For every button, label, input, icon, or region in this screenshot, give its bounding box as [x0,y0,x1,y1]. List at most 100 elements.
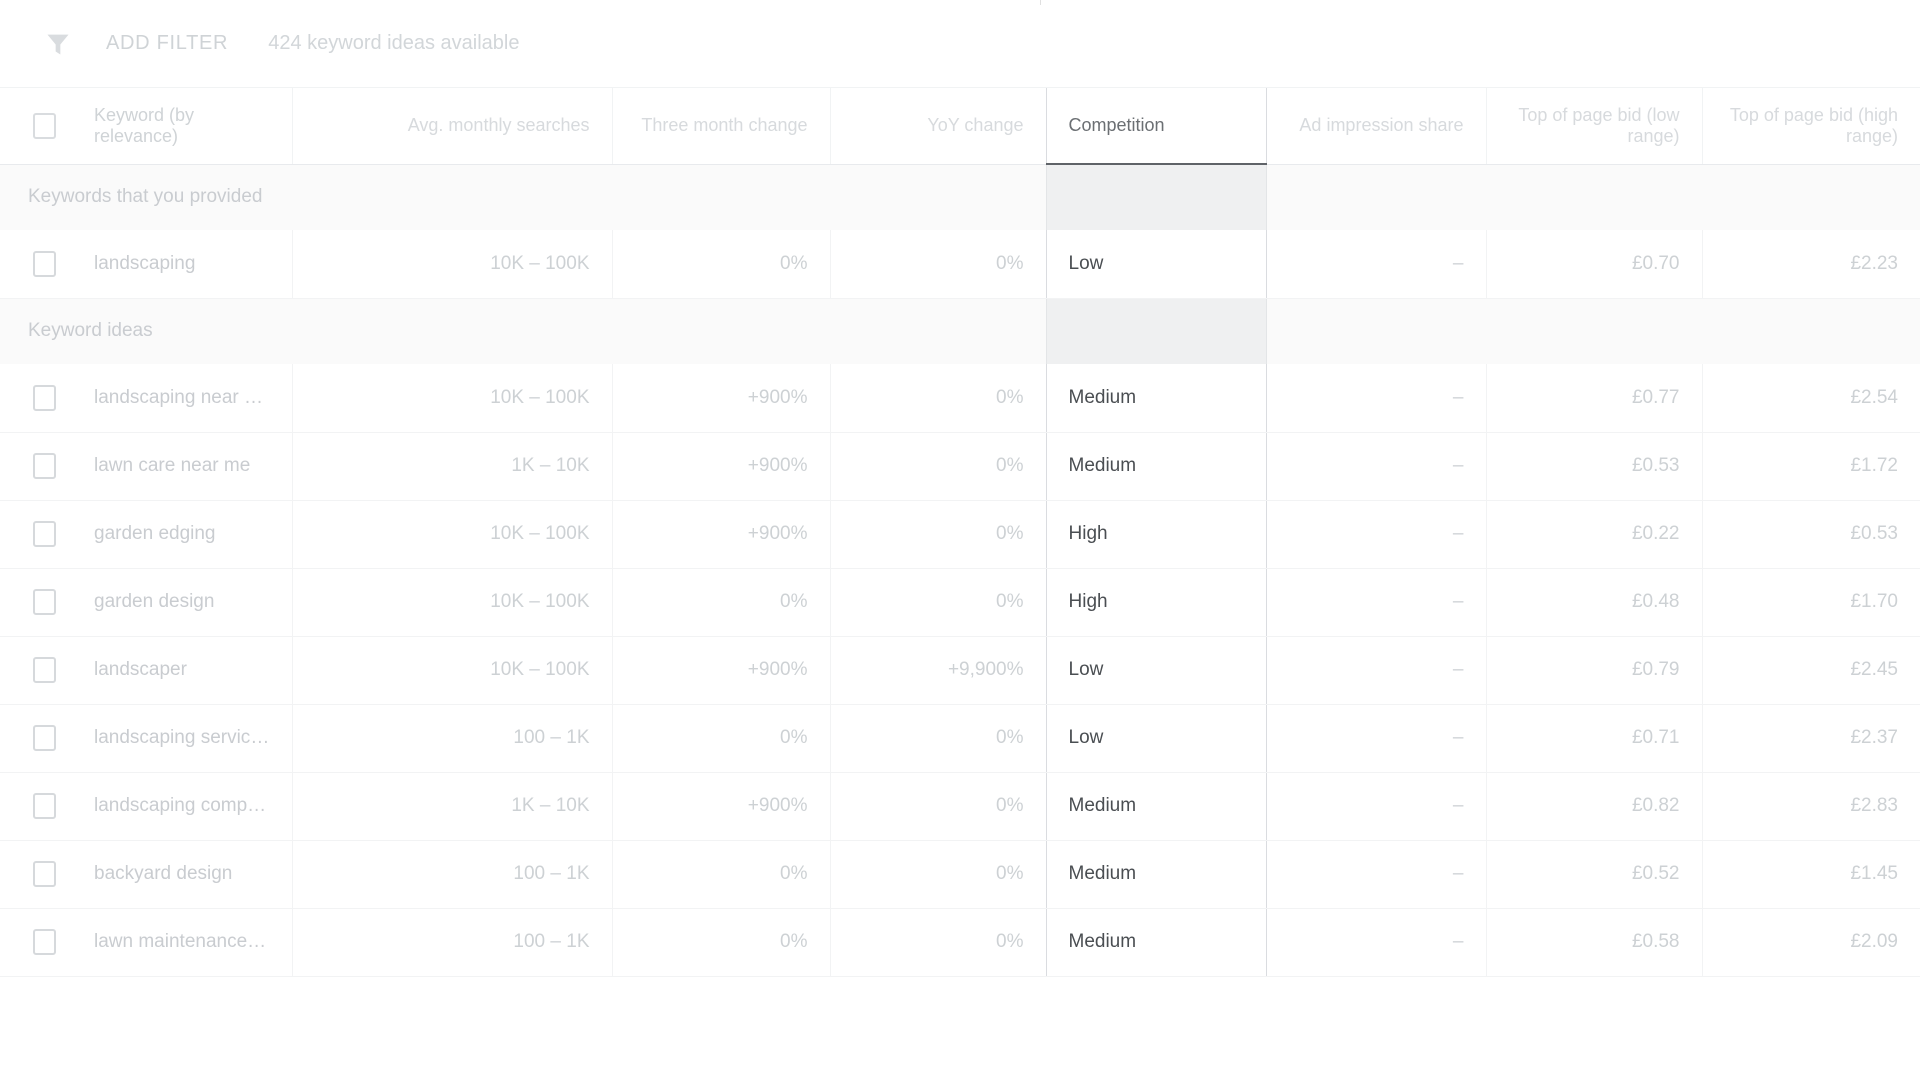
yoy-change-cell: +9,900% [829,636,1046,705]
avg-monthly-searches-cell: 10K – 100K [291,364,612,433]
table-row[interactable]: landscaper 10K – 100K +900% +9,900% Low – £0.7… [0,636,1920,705]
bid-low-cell: £0.58 [1485,908,1702,977]
table-row[interactable]: landscaping 10K – 100K 0% 0% Low – £0.70 £2.23 [0,230,1920,299]
row-checkbox[interactable] [32,861,56,887]
competition-cell: Low [1045,704,1267,773]
column-header-competition[interactable]: Competition [1045,88,1267,165]
column-header-avg-monthly-searches[interactable]: Avg. monthly searches [291,88,612,165]
three-month-change-cell: +900% [611,432,830,501]
three-month-change-cell: 0% [611,840,830,909]
filter-icon[interactable] [36,22,80,66]
group-header-row: Keyword ideas [0,298,1920,364]
row-select-cell [0,772,88,841]
table-row[interactable]: lawn maintenance … 100 – 1K 0% 0% Medium – £0.… [0,908,1920,977]
select-all-checkbox[interactable] [32,112,56,139]
yoy-change-cell: 0% [829,772,1046,841]
avg-monthly-searches-cell: 10K – 100K [291,500,612,569]
keyword-cell[interactable]: landscaping [88,230,292,299]
row-checkbox[interactable] [32,384,56,411]
group-header-row: Keywords that you provided [0,164,1920,230]
row-checkbox[interactable] [32,589,56,615]
row-select-cell [0,364,88,433]
yoy-change-cell: 0% [829,500,1046,569]
bid-low-cell: £0.82 [1485,772,1702,841]
column-header-three-month-change[interactable]: Three month change [611,88,830,165]
header-row: Keyword (by relevance) Avg. monthly sear… [0,88,1920,165]
ad-impression-share-cell: – [1265,230,1486,299]
bid-low-cell: £0.52 [1485,840,1702,909]
bid-high-cell: £0.53 [1701,500,1920,569]
table-row[interactable]: landscaping service… 100 – 1K 0% 0% Low – £0.7… [0,704,1920,773]
add-filter-button[interactable]: ADD FILTER [102,26,232,61]
keyword-cell[interactable]: lawn maintenance … [88,908,292,977]
three-month-change-cell: +900% [611,772,830,841]
three-month-change-cell: +900% [611,500,830,569]
bid-high-cell: £2.83 [1701,772,1920,841]
row-select-cell [0,636,88,705]
table-body: Keywords that you provided landscaping 10K… [0,164,1920,977]
competition-cell: Low [1045,636,1267,705]
keyword-cell[interactable]: backyard design [88,840,292,909]
ad-impression-share-cell: – [1265,364,1486,433]
table-row[interactable]: backyard design 100 – 1K 0% 0% Medium – £0.52 £… [0,840,1920,909]
keyword-cell[interactable]: garden design [88,568,292,637]
keyword-planner-screen: ADD FILTER 424 keyword ideas available K… [0,0,1920,1080]
bid-high-cell: £1.70 [1701,568,1920,637]
keyword-cell[interactable]: landscaping service… [88,704,292,773]
table-header: Keyword (by relevance) Avg. monthly sear… [0,88,1920,165]
ad-impression-share-cell: – [1265,908,1486,977]
yoy-change-cell: 0% [829,568,1046,637]
column-header-keyword[interactable]: Keyword (by relevance) [88,88,292,165]
keyword-cell[interactable]: garden edging [88,500,292,569]
column-header-top-of-page-bid-low[interactable]: Top of page bid (low range) [1485,88,1702,165]
avg-monthly-searches-cell: 10K – 100K [291,230,612,299]
row-select-cell [0,500,88,569]
bid-high-cell: £1.45 [1701,840,1920,909]
three-month-change-cell: 0% [611,568,830,637]
competition-cell: Medium [1045,772,1267,841]
yoy-change-cell: 0% [829,364,1046,433]
ad-impression-share-cell: – [1265,840,1486,909]
bid-high-cell: £2.54 [1701,364,1920,433]
three-month-change-cell: 0% [611,230,830,299]
yoy-change-cell: 0% [829,230,1046,299]
table-row[interactable]: garden design 10K – 100K 0% 0% High – £0.48 £1.… [0,568,1920,637]
ad-impression-share-cell: – [1265,568,1486,637]
keyword-cell[interactable]: lawn care near me [88,432,292,501]
competition-cell: High [1045,568,1267,637]
table-row[interactable]: garden edging 10K – 100K +900% 0% High – £0.22… [0,500,1920,569]
competition-cell: Low [1045,230,1267,299]
filter-toolbar: ADD FILTER 424 keyword ideas available [0,0,1920,88]
yoy-change-cell: 0% [829,704,1046,773]
row-checkbox[interactable] [32,453,56,479]
table-row[interactable]: landscaping compa… 1K – 10K +900% 0% Medium –… [0,772,1920,841]
row-checkbox[interactable] [32,250,56,277]
avg-monthly-searches-cell: 10K – 100K [291,636,612,705]
ad-impression-share-cell: – [1265,772,1486,841]
row-select-cell [0,840,88,909]
table-row[interactable]: landscaping near me 10K – 100K +900% 0% Medi… [0,364,1920,433]
avg-monthly-searches-cell: 100 – 1K [291,840,612,909]
ad-impression-share-cell: – [1265,704,1486,773]
yoy-change-cell: 0% [829,840,1046,909]
avg-monthly-searches-cell: 1K – 10K [291,432,612,501]
three-month-change-cell: +900% [611,364,830,433]
group-title: Keyword ideas [0,298,1046,364]
row-checkbox[interactable] [32,929,56,955]
row-checkbox[interactable] [32,657,56,683]
row-select-cell [0,432,88,501]
keyword-cell[interactable]: landscaping compa… [88,772,292,841]
table-row[interactable]: lawn care near me 1K – 10K +900% 0% Medium – £… [0,432,1920,501]
row-checkbox[interactable] [32,793,56,819]
row-checkbox[interactable] [32,521,56,547]
column-header-top-of-page-bid-high[interactable]: Top of page bid (high range) [1701,88,1920,165]
group-filler-cell [1266,164,1486,230]
column-header-ad-impression-share[interactable]: Ad impression share [1265,88,1486,165]
column-header-yoy-change[interactable]: YoY change [829,88,1046,165]
competition-cell: High [1045,500,1267,569]
keyword-cell[interactable]: landscaper [88,636,292,705]
bid-high-cell: £2.37 [1701,704,1920,773]
row-checkbox[interactable] [32,725,56,751]
row-select-cell [0,230,88,299]
keyword-cell[interactable]: landscaping near me [88,364,292,433]
